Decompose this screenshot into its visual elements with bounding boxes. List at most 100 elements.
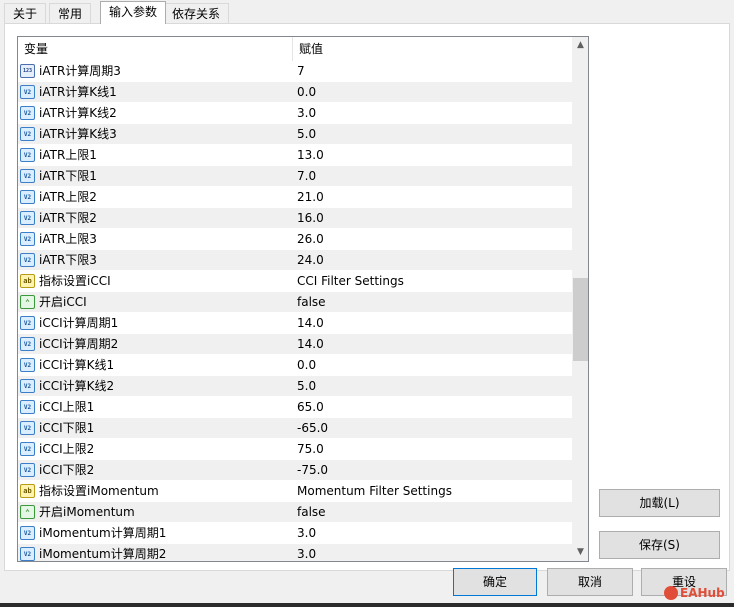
table-row[interactable]: V2 iATR上限2 21.0 — [18, 187, 572, 208]
table-row[interactable]: ⌃ 开启iCCI false — [18, 292, 572, 313]
variable-cell: V2 iATR上限3 — [18, 229, 293, 250]
table-row[interactable]: V2 iATR计算K线3 5.0 — [18, 124, 572, 145]
table-row[interactable]: V2 iATR下限1 7.0 — [18, 166, 572, 187]
grid-rows: 123 iATR计算周期3 7 V2 iATR计算K线1 0.0 V2 iATR计算K线2 3.… — [18, 61, 572, 561]
table-row[interactable]: V2 iATR下限3 24.0 — [18, 250, 572, 271]
scroll-down-arrow-icon[interactable]: ▼ — [572, 544, 588, 561]
table-row[interactable]: V2 iCCI计算K线1 0.0 — [18, 355, 572, 376]
tab-bar: 关于 常用 输入参数 依存关系 — [0, 0, 734, 24]
variable-name: 开启iMomentum — [39, 505, 135, 519]
variable-name: iATR上限2 — [39, 190, 97, 204]
bottom-edge — [0, 603, 734, 607]
variable-cell: V2 iATR上限2 — [18, 187, 293, 208]
scroll-up-arrow-icon[interactable]: ▲ — [572, 37, 588, 54]
value-cell[interactable]: 26.0 — [297, 229, 567, 250]
variable-name: iATR上限1 — [39, 148, 97, 162]
variable-cell: V2 iCCI上限2 — [18, 439, 293, 460]
value-cell[interactable]: Momentum Filter Settings — [297, 481, 567, 502]
table-row[interactable]: V2 iCCI下限2 -75.0 — [18, 460, 572, 481]
double-icon: V2 — [20, 190, 35, 204]
variable-cell: V2 iATR下限1 — [18, 166, 293, 187]
table-row[interactable]: 123 iATR计算周期3 7 — [18, 61, 572, 82]
value-cell[interactable]: 14.0 — [297, 334, 567, 355]
value-cell[interactable]: 0.0 — [297, 82, 567, 103]
double-icon: V2 — [20, 442, 35, 456]
double-icon: V2 — [20, 421, 35, 435]
vertical-scrollbar[interactable]: ▲ ▼ — [572, 37, 588, 561]
table-row[interactable]: V2 iATR上限3 26.0 — [18, 229, 572, 250]
double-icon: V2 — [20, 316, 35, 330]
table-row[interactable]: V2 iATR计算K线2 3.0 — [18, 103, 572, 124]
variable-cell: V2 iCCI计算K线2 — [18, 376, 293, 397]
value-cell[interactable]: false — [297, 292, 567, 313]
variable-name: iCCI上限1 — [39, 400, 95, 414]
column-header-variable[interactable]: 变量 — [18, 37, 293, 61]
parameters-grid[interactable]: 变量 赋值 123 iATR计算周期3 7 V2 iATR计算K线1 0.0 V2 iATR计… — [17, 36, 589, 562]
table-row[interactable]: V2 iMomentum计算周期2 3.0 — [18, 544, 572, 561]
tab-inputs[interactable]: 输入参数 — [100, 1, 167, 24]
value-cell[interactable]: CCI Filter Settings — [297, 271, 567, 292]
tab-common[interactable]: 常用 — [49, 3, 92, 23]
table-row[interactable]: V2 iCCI上限2 75.0 — [18, 439, 572, 460]
double-icon: V2 — [20, 169, 35, 183]
double-icon: V2 — [20, 547, 35, 561]
value-cell[interactable]: 3.0 — [297, 523, 567, 544]
double-icon: V2 — [20, 358, 35, 372]
string-icon: ab — [20, 274, 35, 288]
variable-name: 指标设置iMomentum — [39, 484, 159, 498]
table-row[interactable]: V2 iCCI计算K线2 5.0 — [18, 376, 572, 397]
value-cell[interactable]: 13.0 — [297, 145, 567, 166]
variable-name: iATR计算周期3 — [39, 64, 121, 78]
grid-header: 变量 赋值 — [18, 37, 572, 62]
value-cell[interactable]: -75.0 — [297, 460, 567, 481]
scroll-thumb[interactable] — [573, 278, 588, 361]
string-icon: ab — [20, 484, 35, 498]
variable-cell: V2 iATR下限2 — [18, 208, 293, 229]
table-row[interactable]: V2 iCCI上限1 65.0 — [18, 397, 572, 418]
value-cell[interactable]: 75.0 — [297, 439, 567, 460]
table-row[interactable]: V2 iATR上限1 13.0 — [18, 145, 572, 166]
table-row[interactable]: ⌃ 开启iMomentum false — [18, 502, 572, 523]
value-cell[interactable]: false — [297, 502, 567, 523]
value-cell[interactable]: 7.0 — [297, 166, 567, 187]
variable-cell: V2 iMomentum计算周期1 — [18, 523, 293, 544]
tab-about[interactable]: 关于 — [4, 3, 47, 23]
value-cell[interactable]: 3.0 — [297, 544, 567, 561]
variable-cell: ⌃ 开启iCCI — [18, 292, 293, 313]
column-header-value[interactable]: 赋值 — [293, 37, 569, 61]
tab-dependencies[interactable]: 依存关系 — [163, 3, 230, 23]
value-cell[interactable]: 65.0 — [297, 397, 567, 418]
ok-button[interactable]: 确定 — [453, 568, 537, 596]
table-row[interactable]: V2 iATR计算K线1 0.0 — [18, 82, 572, 103]
table-row[interactable]: ab 指标设置iCCI CCI Filter Settings — [18, 271, 572, 292]
save-button[interactable]: 保存(S) — [599, 531, 720, 559]
table-row[interactable]: ab 指标设置iMomentum Momentum Filter Settings — [18, 481, 572, 502]
double-icon: V2 — [20, 106, 35, 120]
load-button[interactable]: 加载(L) — [599, 489, 720, 517]
value-cell[interactable]: -65.0 — [297, 418, 567, 439]
value-cell[interactable]: 0.0 — [297, 355, 567, 376]
value-cell[interactable]: 14.0 — [297, 313, 567, 334]
variable-cell: V2 iCCI上限1 — [18, 397, 293, 418]
table-row[interactable]: V2 iCCI下限1 -65.0 — [18, 418, 572, 439]
value-cell[interactable]: 16.0 — [297, 208, 567, 229]
bool-icon: ⌃ — [20, 295, 35, 309]
variable-cell: V2 iCCI计算周期1 — [18, 313, 293, 334]
value-cell[interactable]: 21.0 — [297, 187, 567, 208]
cancel-button[interactable]: 取消 — [547, 568, 633, 596]
value-cell[interactable]: 3.0 — [297, 103, 567, 124]
double-icon: V2 — [20, 337, 35, 351]
table-row[interactable]: V2 iCCI计算周期1 14.0 — [18, 313, 572, 334]
value-cell[interactable]: 7 — [297, 61, 567, 82]
value-cell[interactable]: 5.0 — [297, 376, 567, 397]
value-cell[interactable]: 5.0 — [297, 124, 567, 145]
table-row[interactable]: V2 iCCI计算周期2 14.0 — [18, 334, 572, 355]
variable-name: iCCI计算周期1 — [39, 316, 119, 330]
variable-name: iCCI下限2 — [39, 463, 95, 477]
table-row[interactable]: V2 iMomentum计算周期1 3.0 — [18, 523, 572, 544]
variable-cell: ⌃ 开启iMomentum — [18, 502, 293, 523]
table-row[interactable]: V2 iATR下限2 16.0 — [18, 208, 572, 229]
variable-name: 开启iCCI — [39, 295, 87, 309]
variable-name: iCCI上限2 — [39, 442, 95, 456]
value-cell[interactable]: 24.0 — [297, 250, 567, 271]
